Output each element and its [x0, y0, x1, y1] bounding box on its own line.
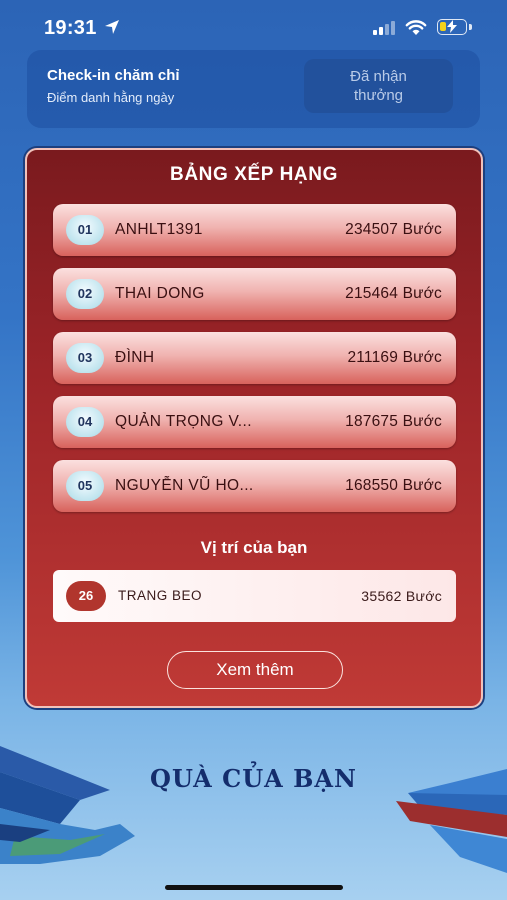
player-steps: 234507 Bước — [345, 221, 442, 238]
player-name: QUẢN TRỌNG V... — [115, 413, 252, 430]
your-position-label: Vị trí của bạn — [200, 538, 308, 557]
player-name: NGUYỄN VŨ HO... — [115, 477, 254, 494]
decorative-ribbon-left — [0, 746, 135, 864]
rank-badge: 02 — [66, 279, 104, 309]
rank-badge: 04 — [66, 407, 104, 437]
location-arrow-icon — [105, 20, 119, 34]
see-more-button[interactable]: Xem thêm — [167, 651, 343, 689]
player-steps: 211169 Bước — [347, 349, 442, 366]
claimed-reward-button[interactable]: Đã nhận thưởng — [304, 59, 453, 113]
your-steps: 35562 Bước — [361, 588, 442, 604]
player-name: ANHLT1391 — [115, 221, 203, 238]
checkin-card: Check-in chăm chỉ Điểm danh hằng ngày Đã… — [27, 50, 480, 128]
rank-badge: 01 — [66, 215, 104, 245]
checkin-subtitle: Điểm danh hằng ngày — [47, 90, 175, 105]
status-bar: 19:31 — [0, 0, 507, 56]
checkin-title: Check-in chăm chỉ — [47, 67, 180, 84]
your-rank-row[interactable]: 26 TRANG BEO 35562 Bước — [53, 570, 456, 622]
gifts-section-title: QUÀ CỦA BẠN — [150, 764, 357, 793]
player-name: ĐÌNH — [115, 349, 155, 366]
wifi-icon — [405, 20, 427, 35]
status-time: 19:31 — [44, 17, 97, 39]
leaderboard-panel: BẢNG XẾP HẠNG 01 ANHLT1391 234507 Bước 0… — [25, 148, 483, 708]
player-steps: 187675 Bước — [345, 413, 442, 430]
player-steps: 168550 Bước — [345, 477, 442, 494]
battery-icon — [437, 19, 467, 35]
leaderboard-title: BẢNG XẾP HẠNG — [170, 164, 338, 185]
leaderboard-row[interactable]: 05 NGUYỄN VŨ HO... 168550 Bước — [53, 460, 456, 512]
your-rank-badge: 26 — [66, 581, 106, 611]
rank-badge: 03 — [66, 343, 104, 373]
rank-badge: 05 — [66, 471, 104, 501]
home-indicator — [165, 885, 343, 890]
cellular-signal-icon — [373, 21, 395, 35]
player-steps: 215464 Bước — [345, 285, 442, 302]
leaderboard-row[interactable]: 02 THAI DONG 215464 Bước — [53, 268, 456, 320]
leaderboard-row[interactable]: 03 ĐÌNH 211169 Bước — [53, 332, 456, 384]
your-name: TRANG BEO — [118, 588, 203, 603]
leaderboard-row[interactable]: 04 QUẢN TRỌNG V... 187675 Bước — [53, 396, 456, 448]
player-name: THAI DONG — [115, 285, 205, 302]
leaderboard-row[interactable]: 01 ANHLT1391 234507 Bước — [53, 204, 456, 256]
